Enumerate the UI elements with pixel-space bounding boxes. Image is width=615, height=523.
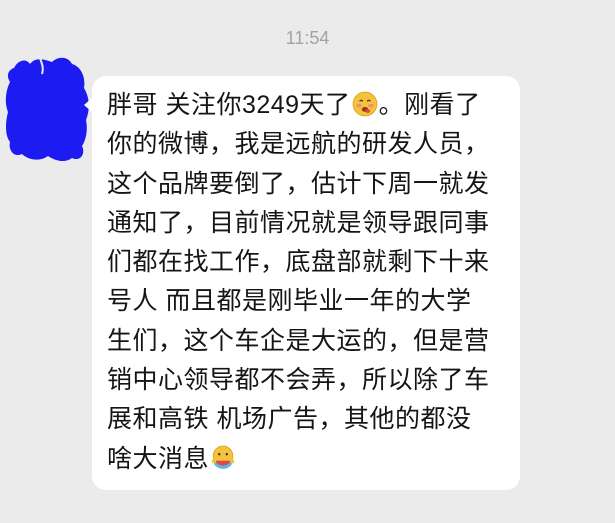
message-timestamp: 11:54: [285, 28, 330, 48]
message-line: 啥大消息: [107, 440, 520, 479]
message-text: 胖哥 关注你3249天了: [107, 91, 351, 119]
message-line: 你的微博，我是远航的研发人员，: [107, 130, 490, 159]
message-line: 这个品牌要倒了，估计下周一就发: [107, 169, 490, 198]
message-line: 胖哥 关注你3249天了 。刚看了: [107, 86, 520, 125]
drooling-face-icon: [352, 91, 378, 117]
message-line: 销中心领导都不会弄，所以除了车: [107, 366, 490, 395]
message-line: 通知了，目前情况就是领导跟同事: [107, 208, 490, 237]
message-text: 。刚看了: [378, 91, 481, 119]
bubble-tail: [84, 98, 92, 112]
message-text: 啥大消息: [107, 444, 210, 473]
message-line: 生们，这个车企是大运的，但是营: [107, 326, 490, 355]
message-line: 们都在找工作，底盘部就剩下十来: [107, 248, 490, 277]
message-bubble[interactable]: 胖哥 关注你3249天了 。刚看了 你的微博，我是远航的研发人员， 这个品牌要倒…: [84, 76, 520, 490]
message-line: 号人 而且都是刚毕业一年的大学: [107, 287, 472, 316]
eating-melon-icon: [210, 445, 236, 471]
sender-avatar[interactable]: [2, 54, 92, 164]
chat-screen: 11:54 胖哥 关注你3249天了 。刚看了 你的微博，我是远航的研发人员， …: [0, 0, 615, 523]
message-line: 展和高铁 机场广告，其他的都没: [107, 405, 472, 434]
redacted-avatar-scribble-icon: [5, 57, 89, 162]
